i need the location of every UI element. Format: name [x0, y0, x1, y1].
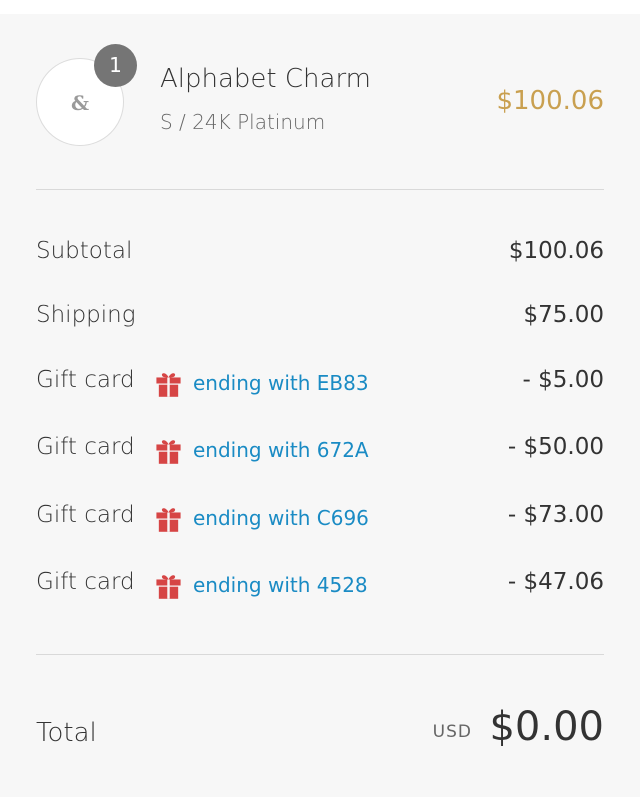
gift-card-value: - $5.00 [522, 367, 604, 393]
total-row: Total USD $0.00 [36, 702, 604, 752]
gift-card-info: ending with C696 [154, 501, 369, 535]
gift-card-row: Gift card ending with C696 - $73.00 [36, 498, 604, 538]
subtotal-label: Subtotal [36, 238, 133, 264]
total-currency: USD [432, 722, 472, 742]
shipping-label: Shipping [36, 302, 136, 328]
shipping-value: $75.00 [523, 302, 604, 328]
gift-card-value: - $73.00 [507, 502, 604, 528]
svg-text:&: & [71, 91, 89, 115]
gift-card-code-link[interactable]: ending with 672A [193, 438, 369, 462]
gift-card-code-link[interactable]: ending with 4528 [193, 573, 368, 597]
product-name: Alphabet Charm [160, 64, 372, 94]
quantity-badge: 1 [94, 44, 137, 87]
gift-card-code-link[interactable]: ending with C696 [193, 506, 369, 530]
gift-card-label: Gift card [36, 367, 135, 393]
gift-card-code-link[interactable]: ending with EB83 [193, 371, 369, 395]
gift-icon [156, 574, 181, 599]
gift-card-value: - $47.06 [507, 569, 604, 595]
gift-card-info: ending with EB83 [154, 366, 369, 400]
gift-card-label: Gift card [36, 434, 135, 460]
gift-card-row: Gift card ending with 4528 - $47.06 [36, 565, 604, 605]
shipping-row: Shipping $75.00 [36, 298, 604, 338]
product-variant: S / 24K Platinum [160, 110, 326, 134]
total-amount: $0.00 [489, 704, 604, 750]
divider [36, 654, 604, 655]
gift-card-label: Gift card [36, 502, 135, 528]
divider [36, 189, 604, 190]
product-price: $100.06 [496, 86, 604, 116]
subtotal-row: Subtotal $100.06 [36, 234, 604, 274]
charm-ampersand-icon: & [71, 91, 89, 115]
order-summary-panel: & 1 Alphabet Charm S / 24K Platinum $100… [0, 14, 640, 797]
line-item: & 1 Alphabet Charm S / 24K Platinum $100… [36, 44, 604, 148]
total-label: Total [36, 718, 97, 748]
gift-icon [156, 372, 181, 397]
gift-card-row: Gift card ending with EB83 - $5.00 [36, 363, 604, 403]
gift-icon [156, 507, 181, 532]
gift-card-label: Gift card [36, 569, 135, 595]
gift-card-info: ending with 4528 [154, 568, 368, 602]
gift-card-row: Gift card ending with 672A - $50.00 [36, 430, 604, 470]
gift-card-value: - $50.00 [507, 434, 604, 460]
gift-card-info: ending with 672A [154, 433, 369, 467]
subtotal-value: $100.06 [508, 238, 604, 264]
gift-icon [156, 439, 181, 464]
